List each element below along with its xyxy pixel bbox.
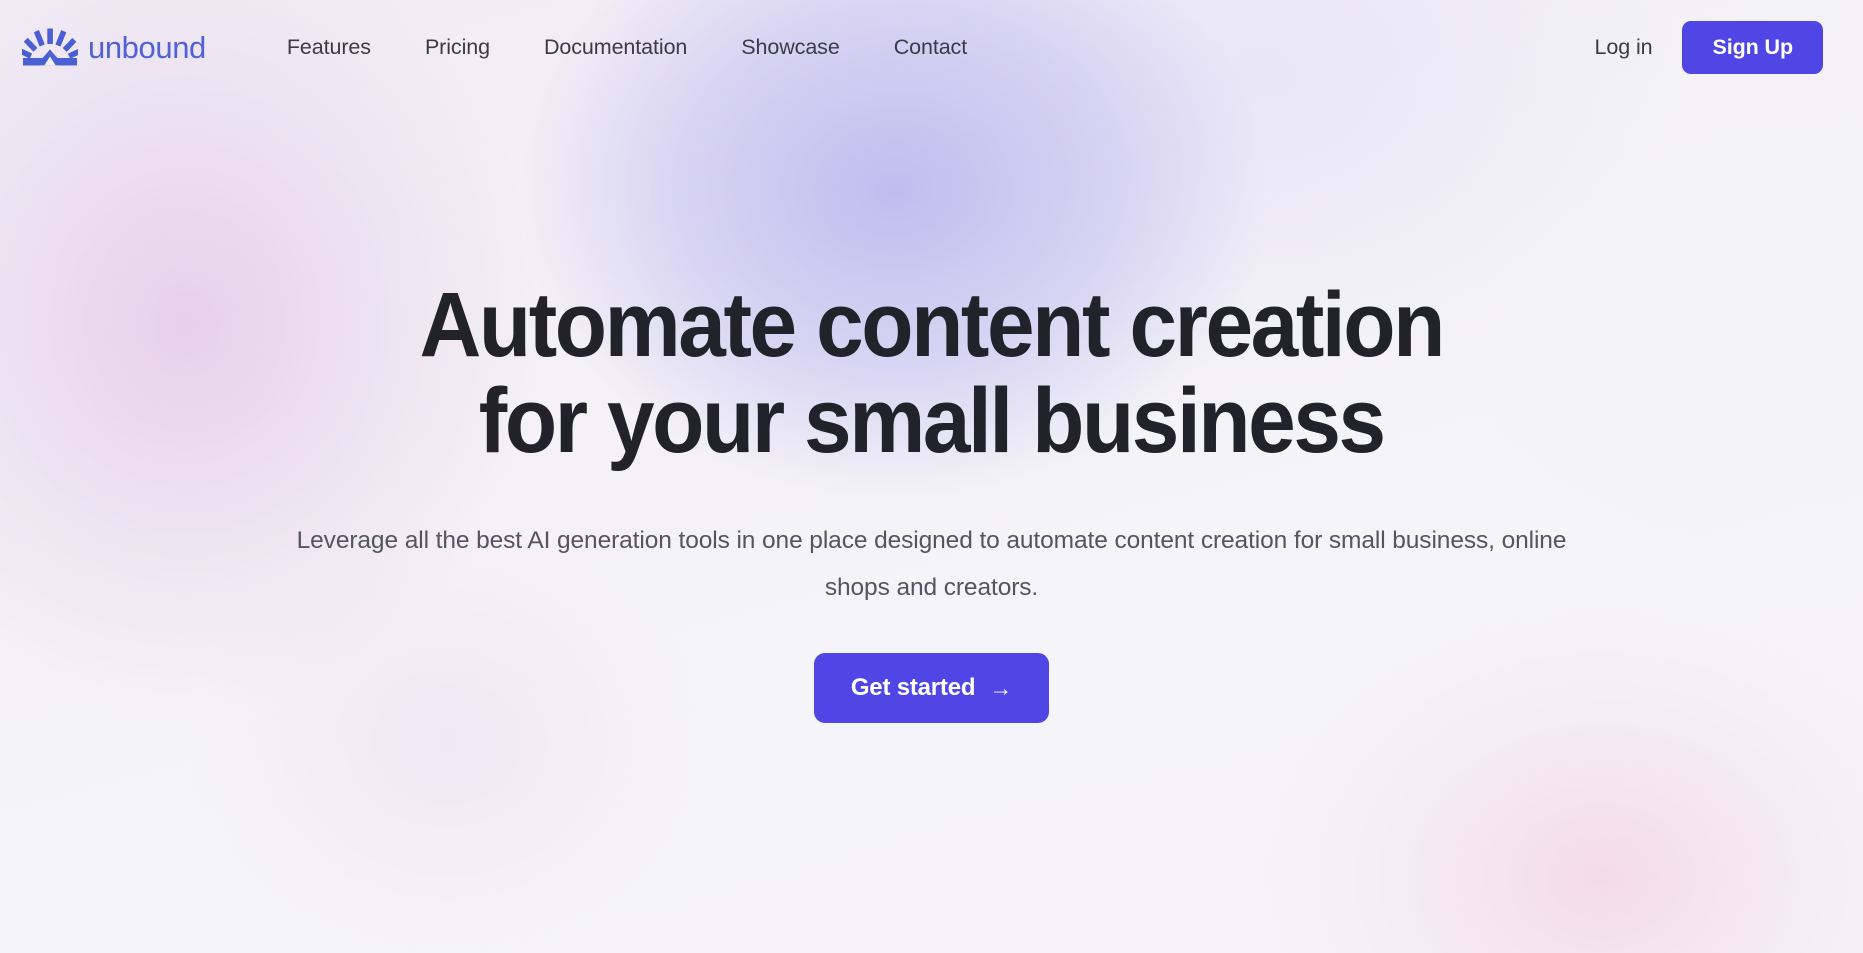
get-started-button[interactable]: Get started → bbox=[813, 653, 1050, 724]
nav-item-contact[interactable]: Contact bbox=[867, 27, 994, 68]
nav-item-showcase[interactable]: Showcase bbox=[714, 27, 866, 68]
hero-headline-line-2: for your small business bbox=[479, 369, 1386, 472]
sunburst-icon bbox=[22, 27, 78, 69]
nav-item-documentation[interactable]: Documentation bbox=[517, 27, 714, 68]
nav-item-pricing[interactable]: Pricing bbox=[398, 27, 517, 68]
hero-subhead: Leverage all the best AI generation tool… bbox=[296, 527, 1567, 602]
brand-logo[interactable]: unbound bbox=[22, 27, 206, 69]
header-actions: Log in Sign Up bbox=[1589, 20, 1823, 75]
get-started-label: Get started bbox=[850, 674, 976, 702]
login-link[interactable]: Log in bbox=[1589, 27, 1659, 68]
brand-name: unbound bbox=[88, 30, 206, 65]
signup-button[interactable]: Sign Up bbox=[1682, 20, 1823, 75]
arrow-right-icon: → bbox=[989, 674, 1013, 701]
primary-nav: Features Pricing Documentation Showcase … bbox=[260, 27, 994, 68]
hero-section: Automate content creation for your small… bbox=[0, 95, 1863, 953]
nav-item-features[interactable]: Features bbox=[260, 27, 398, 68]
site-header: unbound Features Pricing Documentation S… bbox=[0, 0, 1863, 95]
hero-headline: Automate content creation for your small… bbox=[419, 274, 1446, 472]
hero-headline-line-1: Automate content creation bbox=[419, 274, 1446, 376]
